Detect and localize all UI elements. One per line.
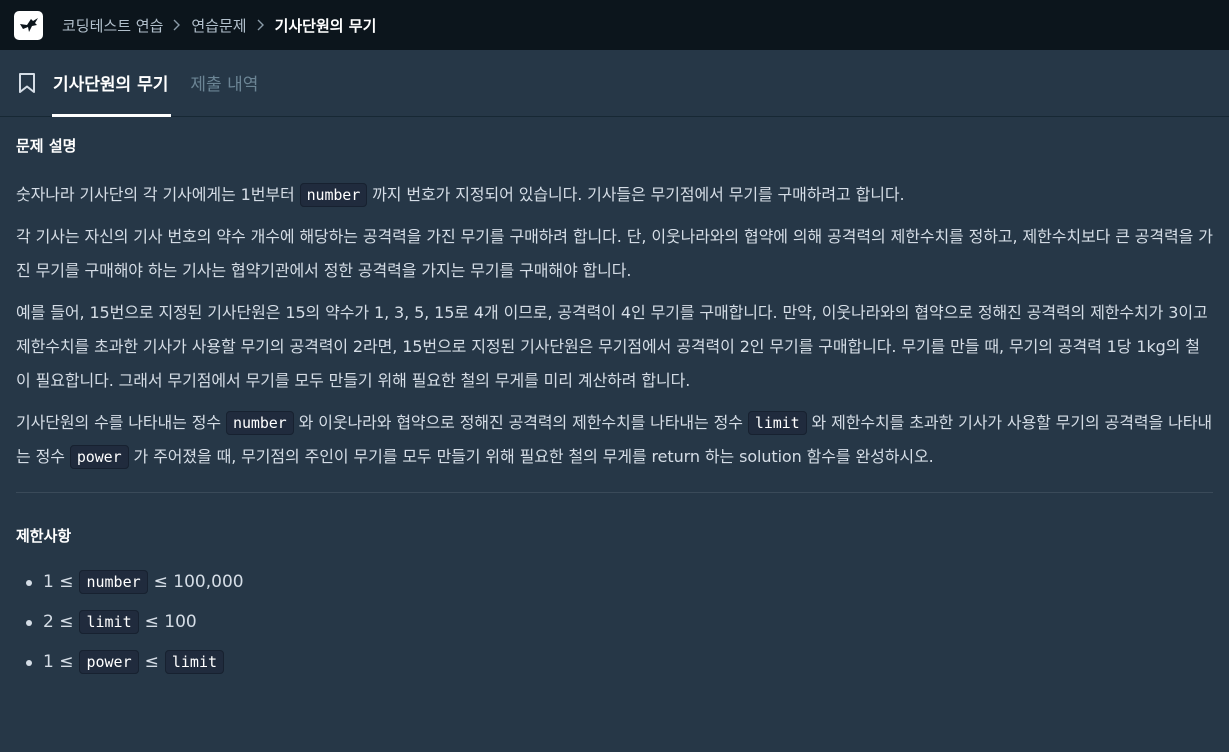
- description-paragraph-4: 기사단원의 수를 나타내는 정수 number 와 이웃나라와 협약으로 정해진…: [16, 406, 1213, 474]
- tab-problem[interactable]: 기사단원의 무기: [51, 49, 172, 117]
- text: ≤ 100,000: [153, 572, 244, 592]
- constraint-item: 2 ≤ limit ≤ 100: [26, 602, 1213, 642]
- text: 1 ≤: [43, 572, 74, 592]
- text: ≤ 100: [144, 612, 197, 632]
- constraints-list: 1 ≤ number ≤ 100,000 2 ≤ limit ≤ 100 1 ≤ powe…: [16, 562, 1213, 682]
- inline-code: power: [69, 445, 129, 469]
- programmers-logo-icon[interactable]: [14, 10, 43, 40]
- description-paragraph-1: 숫자나라 기사단의 각 기사에게는 1번부터 number 까지 번호가 지정되…: [16, 178, 1213, 212]
- section-divider: [16, 492, 1213, 493]
- breadcrumb-current: 기사단원의 무기: [274, 16, 377, 35]
- text: 가 주어졌을 때, 무기점의 주인이 무기를 모두 만들기 위해 필요한 철의 …: [133, 447, 934, 466]
- inline-code: number: [299, 183, 368, 207]
- description-paragraph-2: 각 기사는 자신의 기사 번호의 약수 개수에 해당하는 공격력을 가진 무기를…: [16, 227, 1213, 280]
- inline-code: limit: [747, 411, 807, 435]
- problem-heading: 문제 설명: [16, 137, 77, 155]
- text: ≤: [144, 652, 159, 672]
- inline-code: limit: [79, 610, 139, 634]
- tab-bar: 기사단원의 무기 제출 내역: [0, 50, 1229, 117]
- chevron-right-icon: [257, 19, 265, 31]
- inline-code: number: [79, 570, 148, 594]
- breadcrumb: 코딩테스트 연습 연습문제 기사단원의 무기: [62, 15, 376, 36]
- chevron-right-icon: [173, 19, 181, 31]
- inline-code: limit: [164, 650, 225, 674]
- tab-submissions[interactable]: 제출 내역: [190, 49, 258, 116]
- text: 1 ≤: [43, 652, 74, 672]
- text: 와 이웃나라와 협약으로 정해진 공격력의 제한수치를 나타내는 정수: [298, 413, 743, 432]
- text: 까지 번호가 지정되어 있습니다. 기사들은 무기점에서 무기를 구매하려고 합…: [372, 185, 905, 204]
- constraint-item: 1 ≤ number ≤ 100,000: [26, 562, 1213, 602]
- bookmark-icon[interactable]: [16, 49, 38, 116]
- constraint-item: 1 ≤ power ≤ limit: [26, 642, 1213, 682]
- text: 숫자나라 기사단의 각 기사에게는 1번부터: [16, 185, 295, 204]
- inline-code: number: [226, 411, 294, 435]
- breadcrumb-practice[interactable]: 연습문제: [191, 15, 246, 36]
- constraints-heading: 제한사항: [16, 527, 72, 545]
- top-navigation: 코딩테스트 연습 연습문제 기사단원의 무기: [0, 0, 1229, 50]
- breadcrumb-coding-test[interactable]: 코딩테스트 연습: [62, 15, 163, 36]
- problem-content: 문제 설명 숫자나라 기사단의 각 기사에게는 1번부터 number 까지 번…: [0, 117, 1229, 682]
- text: 2 ≤: [43, 612, 74, 632]
- inline-code: power: [79, 650, 139, 674]
- text: 기사단원의 수를 나타내는 정수: [16, 413, 222, 432]
- description-paragraph-3: 예를 들어, 15번으로 지정된 기사단원은 15의 약수가 1, 3, 5, …: [16, 303, 1208, 390]
